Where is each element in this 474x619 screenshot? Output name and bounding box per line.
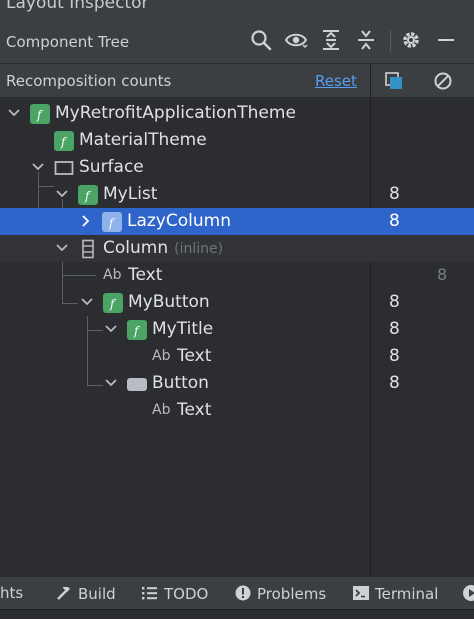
- tab-todo[interactable]: TODO: [141, 584, 208, 603]
- minimize-icon[interactable]: [434, 28, 458, 52]
- tree-node-label: MaterialTheme: [79, 130, 207, 150]
- tool-window-bar: hts Build TODO Problems Terminal: [0, 576, 474, 609]
- recomposition-count: 8: [389, 319, 400, 339]
- chevron-down-icon[interactable]: [55, 185, 69, 203]
- tab-terminal[interactable]: Terminal: [352, 584, 438, 603]
- tab-run[interactable]: [462, 584, 474, 603]
- button-icon: [127, 374, 147, 394]
- tab-build[interactable]: Build: [55, 584, 116, 603]
- search-icon[interactable]: [249, 28, 273, 52]
- surface-icon: [54, 158, 74, 178]
- recomposition-count: 8: [389, 373, 400, 393]
- column-divider: [370, 64, 371, 98]
- tree-row[interactable]: f MyRetrofitApplicationTheme: [0, 100, 474, 127]
- tree-node-label: Column (inline): [103, 238, 223, 258]
- tree-node-label: MyList: [103, 184, 158, 204]
- column-icon: [78, 239, 98, 259]
- component-tree-toolbar: Component Tree: [0, 18, 474, 64]
- recomposition-count: 8: [389, 211, 400, 231]
- tree-node-label: Button: [152, 373, 209, 393]
- column-divider: [370, 98, 371, 208]
- tree-row[interactable]: f MaterialTheme: [0, 127, 474, 154]
- chevron-right-icon[interactable]: [79, 212, 93, 230]
- inline-suffix: (inline): [174, 241, 224, 257]
- compose-function-icon: f: [78, 185, 98, 205]
- eye-icon[interactable]: [284, 28, 308, 52]
- tree-row-selected[interactable]: f LazyColumn 8: [0, 208, 474, 235]
- window-title: Layout Inspector: [6, 0, 149, 13]
- column-divider: [370, 262, 371, 576]
- hammer-icon: [57, 587, 70, 600]
- tree-node-label: Text: [177, 346, 212, 366]
- tree-node-label: LazyColumn: [127, 211, 231, 231]
- chevron-down-icon[interactable]: [7, 104, 21, 122]
- tab-problems-label: Problems: [257, 585, 327, 603]
- compose-function-icon: f: [127, 320, 147, 340]
- tree-row[interactable]: Ab Text: [0, 397, 474, 424]
- tree-row[interactable]: Button 8: [0, 370, 474, 397]
- node-name: Column: [103, 238, 169, 258]
- reset-link[interactable]: Reset: [315, 72, 357, 90]
- chevron-down-icon[interactable]: [104, 374, 118, 392]
- tree-node-label: MyButton: [128, 292, 210, 312]
- toolbar-separator: [390, 30, 391, 52]
- tree-row[interactable]: Surface: [0, 154, 474, 181]
- tab-build-label: Build: [78, 585, 116, 603]
- recomposition-count: 8: [389, 292, 400, 312]
- skip-count: 8: [437, 265, 448, 284]
- tree-row[interactable]: f MyList 8: [0, 181, 474, 208]
- terminal-icon: [353, 586, 369, 600]
- recomposition-count: 8: [389, 346, 400, 366]
- tab-todo-label: TODO: [164, 585, 209, 603]
- component-tree-title: Component Tree: [6, 33, 130, 51]
- skip-count-icon: [433, 71, 453, 91]
- compose-function-icon: f: [54, 131, 74, 151]
- tree-node-label: Text: [128, 265, 163, 285]
- text-icon: Ab: [152, 402, 171, 418]
- tree-row[interactable]: f MyTitle 8: [0, 316, 474, 343]
- chevron-down-icon[interactable]: [80, 293, 94, 311]
- compose-function-icon: f: [103, 293, 123, 313]
- text-icon: Ab: [152, 348, 171, 364]
- chevron-down-icon[interactable]: [104, 320, 118, 338]
- list-icon: [142, 587, 157, 600]
- compose-function-icon: f: [102, 212, 122, 232]
- recomposition-count-icon: [384, 71, 404, 91]
- tree-row[interactable]: Ab Text 8: [0, 343, 474, 370]
- tree-node-label: Surface: [79, 157, 144, 177]
- title-bar: Layout Inspector: [0, 0, 474, 18]
- gear-icon[interactable]: [399, 28, 423, 52]
- tree-row[interactable]: Column (inline): [0, 235, 474, 262]
- status-bar: [0, 609, 474, 619]
- tree-row[interactable]: Ab Text 8: [0, 262, 474, 289]
- recomposition-count: 8: [389, 184, 400, 204]
- chevron-down-icon[interactable]: [55, 239, 69, 257]
- recomposition-counts-title: Recomposition counts: [6, 72, 172, 90]
- tree-node-label: Text: [177, 400, 212, 420]
- tree-node-label: MyRetrofitApplicationTheme: [55, 103, 296, 123]
- tree-node-label: MyTitle: [152, 319, 214, 339]
- component-tree: f MyRetrofitApplicationTheme f MaterialT…: [0, 98, 474, 576]
- expand-all-icon[interactable]: [319, 28, 343, 52]
- play-icon: [463, 585, 474, 601]
- tab-lights[interactable]: hts: [0, 584, 23, 602]
- tree-row[interactable]: f MyButton 8: [0, 289, 474, 316]
- chevron-down-icon[interactable]: [31, 158, 45, 176]
- compose-function-icon: f: [30, 104, 50, 124]
- text-icon: Ab: [103, 267, 122, 283]
- collapse-all-icon[interactable]: [354, 28, 378, 52]
- recomposition-counts-header: Recomposition counts Reset: [0, 64, 474, 98]
- problems-icon: [235, 585, 251, 601]
- tab-terminal-label: Terminal: [375, 585, 439, 603]
- tab-problems[interactable]: Problems: [234, 584, 326, 603]
